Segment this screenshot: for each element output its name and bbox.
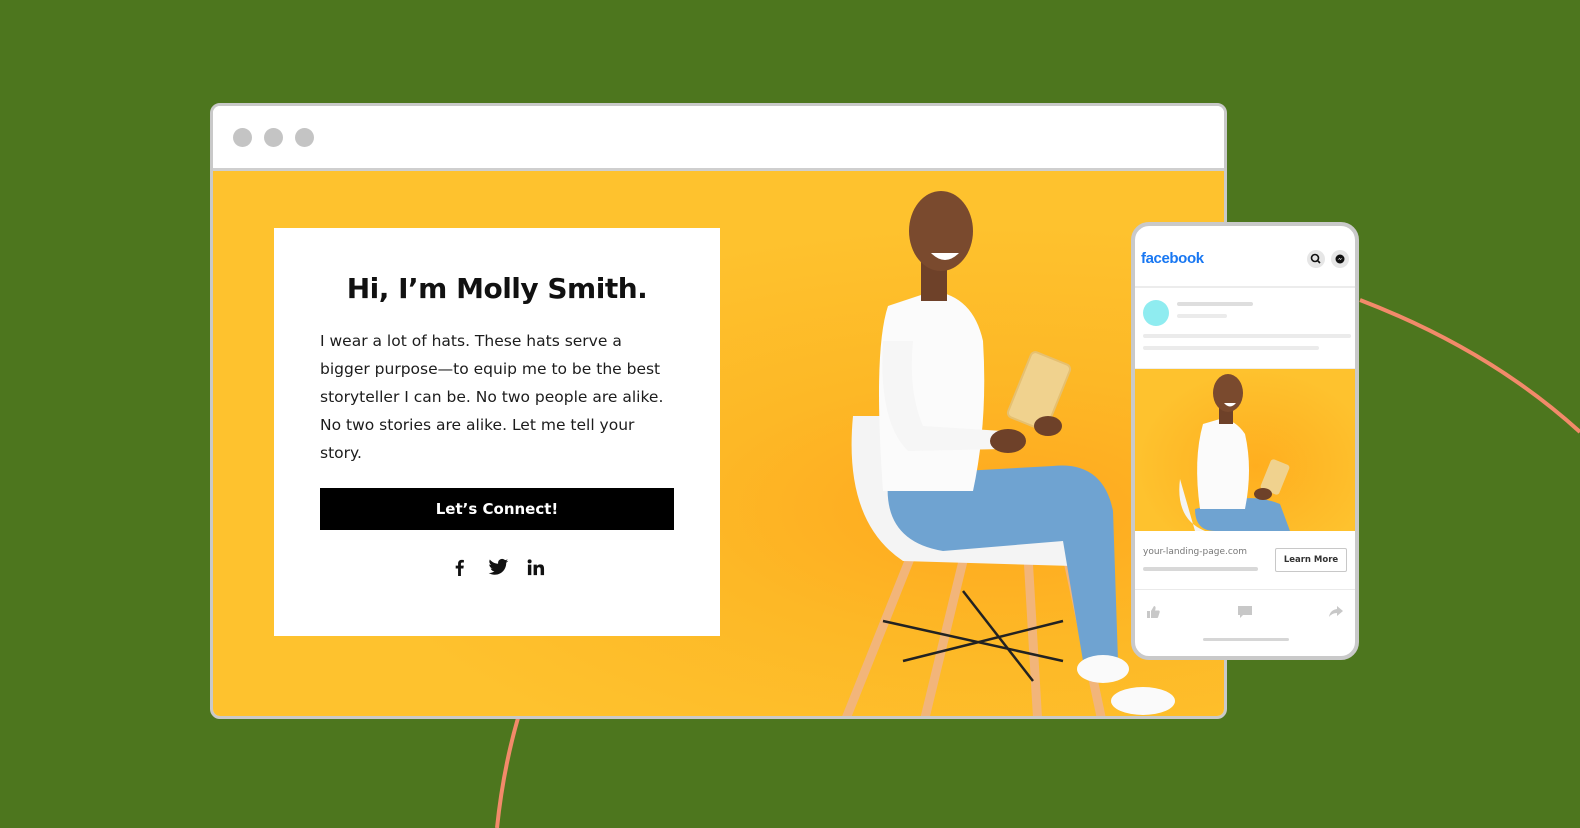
close-dot[interactable]	[233, 128, 252, 147]
maximize-dot[interactable]	[295, 128, 314, 147]
placeholder-line	[1143, 567, 1258, 571]
link-url[interactable]: your-landing-page.com	[1143, 547, 1247, 557]
messenger-icon[interactable]	[1331, 250, 1349, 268]
linkedin-icon[interactable]	[526, 558, 545, 577]
page-title: Hi, I’m Molly Smith.	[346, 272, 648, 305]
placeholder-line	[1177, 314, 1227, 318]
facebook-header: facebook	[1135, 226, 1355, 288]
placeholder-line	[1177, 302, 1253, 306]
comment-icon[interactable]	[1237, 604, 1253, 620]
twitter-icon[interactable]	[488, 558, 508, 577]
learn-more-button[interactable]: Learn More	[1275, 548, 1347, 572]
post-header-placeholder	[1135, 288, 1355, 369]
post-actions	[1135, 590, 1355, 640]
home-indicator	[1203, 638, 1289, 641]
share-icon[interactable]	[1328, 604, 1344, 620]
facebook-icon[interactable]	[450, 558, 469, 577]
like-icon[interactable]	[1145, 604, 1161, 620]
search-icon[interactable]	[1307, 250, 1325, 268]
phone-mockup: facebook your-landing-page.com Learn Mor…	[1131, 222, 1359, 660]
intro-text: I wear a lot of hats. These hats serve a…	[320, 332, 664, 462]
intro-card: Hi, I’m Molly Smith. I wear a lot of hat…	[274, 228, 720, 636]
ad-image[interactable]	[1135, 369, 1355, 531]
browser-title-bar	[213, 106, 1224, 171]
minimize-dot[interactable]	[264, 128, 283, 147]
placeholder-line	[1143, 346, 1319, 350]
ad-image-woman	[1179, 374, 1290, 531]
browser-window: Hi, I’m Molly Smith. I wear a lot of hat…	[210, 103, 1227, 719]
avatar	[1143, 300, 1169, 326]
facebook-logo: facebook	[1141, 250, 1204, 267]
link-preview: your-landing-page.com Learn More	[1135, 531, 1355, 590]
social-links	[320, 558, 674, 577]
placeholder-line	[1143, 334, 1351, 338]
connect-button[interactable]: Let’s Connect!	[320, 488, 674, 530]
landing-page-hero: Hi, I’m Molly Smith. I wear a lot of hat…	[213, 171, 1224, 716]
